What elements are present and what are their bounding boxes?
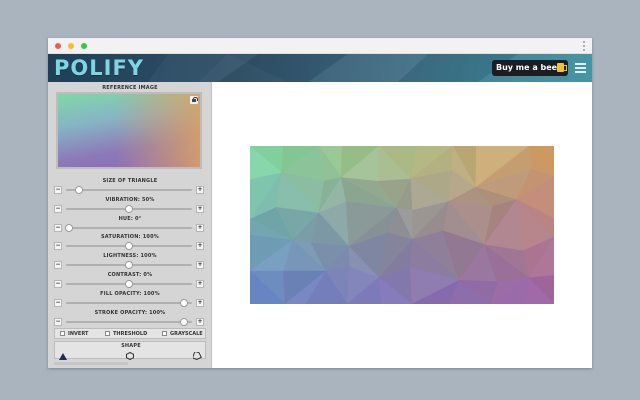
filter-checkboxes: INVERT THRESHOLD GRAYSCALE — [54, 328, 206, 339]
slider-thumb[interactable] — [74, 186, 83, 194]
checkbox-box — [105, 331, 110, 336]
slider-row: − + — [54, 298, 204, 307]
threshold-checkbox[interactable]: THRESHOLD — [105, 331, 147, 337]
increment-button[interactable]: + — [196, 298, 204, 307]
decrement-button[interactable]: − — [54, 223, 62, 232]
slider-label: VIBRATION: 50% — [105, 196, 155, 203]
increment-button[interactable]: + — [196, 223, 204, 232]
slider-label: SATURATION: 100% — [101, 234, 159, 241]
controls-sidebar: REFERENCE IMAGE INVERT THRESHOLD GRAYSCA… — [48, 82, 212, 368]
more-vertical-icon[interactable] — [583, 41, 586, 51]
slider-label: FILL OPACITY: 100% — [100, 290, 160, 297]
slider-row: − + — [54, 280, 204, 288]
slider-track[interactable] — [66, 186, 192, 194]
invert-label: INVERT — [68, 331, 89, 337]
slider-track[interactable] — [66, 280, 192, 288]
slider-thumb[interactable] — [125, 280, 133, 288]
increment-button[interactable]: + — [196, 280, 204, 288]
grayscale-label: GRAYSCALE — [170, 331, 203, 337]
increment-button[interactable]: + — [196, 242, 204, 251]
slider-thumb[interactable] — [64, 223, 73, 232]
slider-row: − + — [54, 242, 204, 251]
increment-button[interactable]: + — [196, 261, 204, 270]
slider-track[interactable] — [66, 298, 192, 307]
app-header: POLIFY Buy me a beer — [48, 54, 592, 82]
checkbox-box — [162, 331, 167, 336]
decrement-button[interactable]: − — [54, 261, 62, 270]
decrement-button[interactable]: − — [54, 298, 62, 307]
shape-panel: SHAPE — [54, 341, 206, 360]
browser-titlebar — [48, 38, 592, 54]
slider-track[interactable] — [66, 317, 192, 326]
hamburger-menu-icon[interactable] — [575, 63, 586, 73]
polygon-art-canvas[interactable] — [250, 146, 554, 304]
beer-mug-icon — [557, 63, 567, 72]
slider-track[interactable] — [66, 204, 192, 213]
canvas-area — [213, 82, 592, 368]
decrement-button[interactable]: − — [54, 317, 62, 326]
slider-label: SIZE OF TRIANGLE — [102, 178, 158, 184]
app-window: POLIFY Buy me a beer REFERENCE IMAGE INV… — [48, 38, 592, 368]
shape-label: SHAPE — [121, 343, 141, 349]
slider-thumb[interactable] — [125, 204, 133, 213]
slider-track[interactable] — [66, 242, 192, 251]
threshold-label: THRESHOLD — [113, 331, 148, 337]
buy-me-a-beer-label: Buy me a beer — [496, 63, 562, 72]
slider-row: − + — [54, 223, 204, 232]
increment-button[interactable]: + — [196, 317, 204, 326]
slider-thumb[interactable] — [180, 317, 189, 326]
buy-me-a-beer-button[interactable]: Buy me a beer — [492, 60, 568, 76]
slider-thumb[interactable] — [125, 261, 133, 270]
slider-track[interactable] — [64, 223, 192, 232]
reference-image[interactable] — [56, 92, 202, 169]
checkbox-box — [60, 331, 65, 336]
close-window-icon[interactable] — [55, 43, 61, 49]
slider-row: − + — [54, 317, 204, 326]
decrement-button[interactable]: − — [54, 204, 62, 213]
maximize-window-icon[interactable] — [81, 43, 87, 49]
grayscale-checkbox[interactable]: GRAYSCALE — [162, 331, 203, 337]
reference-image-label: REFERENCE IMAGE — [102, 85, 158, 91]
slider-thumb[interactable] — [180, 298, 189, 307]
slider-track[interactable] — [66, 261, 192, 270]
hexagon-icon[interactable] — [126, 352, 134, 360]
minimize-window-icon[interactable] — [68, 43, 74, 49]
decrement-button[interactable]: − — [54, 242, 62, 251]
decrement-button[interactable]: − — [54, 280, 62, 288]
increment-button[interactable]: + — [196, 204, 204, 213]
tag-icon[interactable] — [193, 352, 202, 360]
slider-label: HUE: 0° — [118, 215, 142, 222]
invert-checkbox[interactable]: INVERT — [60, 331, 88, 337]
slider-row: − + — [54, 186, 204, 194]
increment-button[interactable]: + — [196, 186, 204, 194]
slider-label: STROKE OPACITY: 100% — [94, 309, 166, 316]
triangle-icon[interactable] — [59, 353, 67, 360]
app-logo: POLIFY — [54, 56, 144, 80]
slider-thumb[interactable] — [125, 242, 133, 251]
bottom-scroll-strip — [54, 362, 128, 365]
slider-row: − + — [54, 204, 204, 213]
decrement-button[interactable]: − — [54, 186, 62, 194]
lock-icon[interactable] — [190, 96, 198, 104]
slider-label: LIGHTNESS: 100% — [103, 253, 157, 260]
slider-label: CONTRAST: 0% — [107, 272, 153, 278]
slider-row: − + — [54, 261, 204, 270]
